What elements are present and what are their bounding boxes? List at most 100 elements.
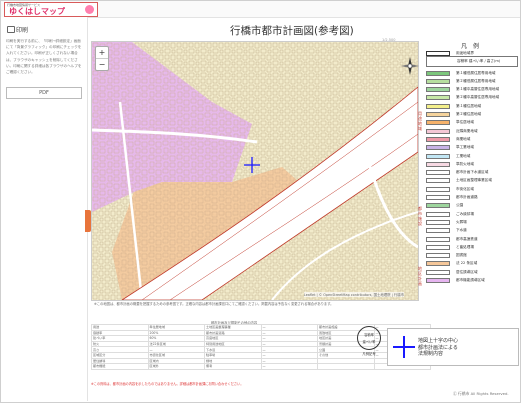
legend-swatch	[426, 211, 450, 217]
height-label: 容積率 建ぺい率 / 高さ(m)	[457, 59, 501, 63]
crosshair-text-3: 法規制内容	[418, 351, 444, 357]
legend-swatch	[426, 269, 450, 275]
legend-label: 法 22 条区域	[456, 261, 478, 266]
north-arrow-icon	[401, 57, 419, 75]
legend-label: 公園	[456, 203, 464, 208]
info-note: ※この地図は、都市計画の概要を把握するための参考図です。正確な内容は都市計画課窓…	[94, 302, 334, 306]
table-cell: 都市機能	[91, 363, 149, 370]
info-footnote: ※この資料は、都市計画の内容を示したものではありません。詳細は都市計画課にお問い…	[91, 382, 244, 386]
legend-swatch	[426, 70, 450, 76]
table-cell: —	[260, 363, 318, 370]
legend-item: と畜処理場	[426, 244, 516, 250]
legend-label: 第１種住居地域	[456, 103, 482, 108]
legend-label: と畜処理場	[456, 244, 474, 249]
symbol-circle: 容積率 建ぺい率	[357, 326, 381, 350]
map-attribution: Leaflet | © OpenStreetMap contributors, …	[303, 292, 404, 297]
legend-label: 準住居地域	[456, 120, 474, 125]
legend-item: 準防火地域	[426, 161, 516, 167]
crosshair-icon	[393, 336, 415, 358]
legend-item: 図書館	[426, 253, 516, 259]
legend-swatch	[426, 153, 450, 159]
legend-label: 商業地域	[456, 136, 471, 141]
legend-item: 土地区画整理事業区域	[426, 178, 516, 184]
legend-item: 都市計画道路	[426, 195, 516, 201]
legend-swatch	[426, 50, 450, 56]
legend-label: 用途地域界	[456, 50, 474, 55]
legend-swatch	[426, 186, 450, 192]
map-canvas[interactable]	[92, 42, 418, 300]
legend-label: ごみ焼却場	[456, 211, 474, 216]
symbol-caption: 凡例記号	[362, 352, 376, 356]
legend-label: 土地区画整理事業区域	[456, 178, 492, 183]
legend-label: 図書館	[456, 253, 467, 258]
legend-item: 商業地域	[426, 136, 516, 142]
pdf-button[interactable]: PDF	[6, 87, 82, 99]
other-header: 地区計画	[418, 266, 422, 286]
legend-label: 第２種中高層住居専用地域	[456, 95, 500, 100]
crosshair-info-box: 地図上十字の中心 都市計画法による 法規制内容	[387, 328, 519, 366]
height-box: 容積率 建ぺい率 / 高さ(m)	[426, 56, 518, 67]
legend-swatch	[426, 87, 450, 93]
legend-label: 第１種中高層住居専用地域	[456, 87, 500, 92]
legend-swatch	[426, 120, 450, 126]
legend-label: 都市高速鉄道	[456, 236, 478, 241]
legend-panel: 凡 例 用途地域界 容積率 建ぺい率 / 高さ(m) 用途地域 都市施設 地区計…	[418, 41, 518, 299]
footer-copyright: Ⓒ 行橋市 All Rights Reserved.	[453, 391, 509, 396]
legend-item: 第１種低層住居専用地域	[426, 70, 516, 76]
legend-label: 準工業地域	[456, 145, 474, 150]
legend-item: 工業地域	[426, 153, 516, 159]
symbol-top: 容積率	[364, 333, 374, 337]
logo-text: ゆくはしマップ	[9, 7, 65, 16]
table-row: 都市機能 区域外 備考 —	[91, 363, 431, 370]
print-label: 印刷	[16, 27, 29, 34]
facility-header: 都市施設	[418, 206, 422, 226]
legend-label: 居住誘導区域	[456, 269, 478, 274]
table-cell	[317, 363, 375, 370]
legend-item: 都市高速鉄道	[426, 236, 516, 242]
regulation-table: 用途 準住居地域 土地区画整理事業 — 都市計画施設 — 容積率 200% 都市計画道路 — 風致地…	[91, 324, 431, 370]
map-view[interactable]: + − Leaflet | © OpenStreetMap contributo…	[91, 41, 419, 301]
table-cell: 区域外	[147, 363, 205, 370]
crosshair-text-1: 地図上十字の中心	[418, 338, 459, 344]
app-logo[interactable]: 行橋市地図情報サービス ゆくはしマップ	[4, 2, 98, 17]
legend-item: 第２種中高層住居専用地域	[426, 95, 516, 101]
legend-label: 工業地域	[456, 153, 471, 158]
legend-swatch	[426, 103, 450, 109]
legend-item: 都市機能誘導区域	[426, 278, 516, 284]
legend-swatch	[426, 78, 450, 84]
crosshair-info-text: 地図上十字の中心 都市計画法による 法規制内容	[418, 338, 458, 358]
map-title: 行橋市都市計画図(参考図)	[230, 25, 354, 37]
legend-swatch	[426, 170, 450, 176]
legend-label: 第２種住居地域	[456, 112, 482, 116]
legend-item: 準住居地域	[426, 120, 516, 126]
zoom-out-button[interactable]: −	[96, 59, 108, 70]
legend-item: 準工業地域	[426, 145, 516, 151]
legend-swatch	[426, 203, 450, 209]
legend-item: 公園	[426, 203, 516, 209]
legend-label: 火葬場	[456, 219, 467, 224]
legend-label: 準防火地域	[456, 161, 474, 166]
legend-item: 火葬場	[426, 219, 516, 225]
legend-label: 市街化区域	[456, 186, 474, 191]
legend-item: 第１種中高層住居専用地域	[426, 87, 516, 93]
legend-item: 都市計画下水道区域	[426, 170, 516, 176]
legend-swatch	[426, 161, 450, 167]
zoom-in-button[interactable]: +	[96, 47, 108, 59]
legend-swatch	[426, 136, 450, 142]
legend-swatch	[426, 178, 450, 184]
legend-label: 都市計画下水道区域	[456, 170, 489, 175]
legend-swatch	[426, 236, 450, 242]
legend-label: 下水道	[456, 228, 467, 233]
legend-item: ごみ焼却場	[426, 211, 516, 217]
legend-swatch	[426, 253, 450, 259]
legend-item: 居住誘導区域	[426, 269, 516, 275]
legend-title: 凡 例	[461, 43, 481, 50]
use-zone-header: 用途地域	[418, 111, 422, 131]
legend-item: 法 22 条区域	[426, 261, 516, 267]
legend-swatch	[426, 261, 450, 267]
legend-swatch	[426, 195, 450, 201]
legend-label: 第１種低層住居専用地域	[456, 70, 496, 75]
legend-swatch	[426, 278, 450, 284]
zoom-control: + −	[95, 46, 109, 71]
legend-swatch	[426, 145, 450, 151]
